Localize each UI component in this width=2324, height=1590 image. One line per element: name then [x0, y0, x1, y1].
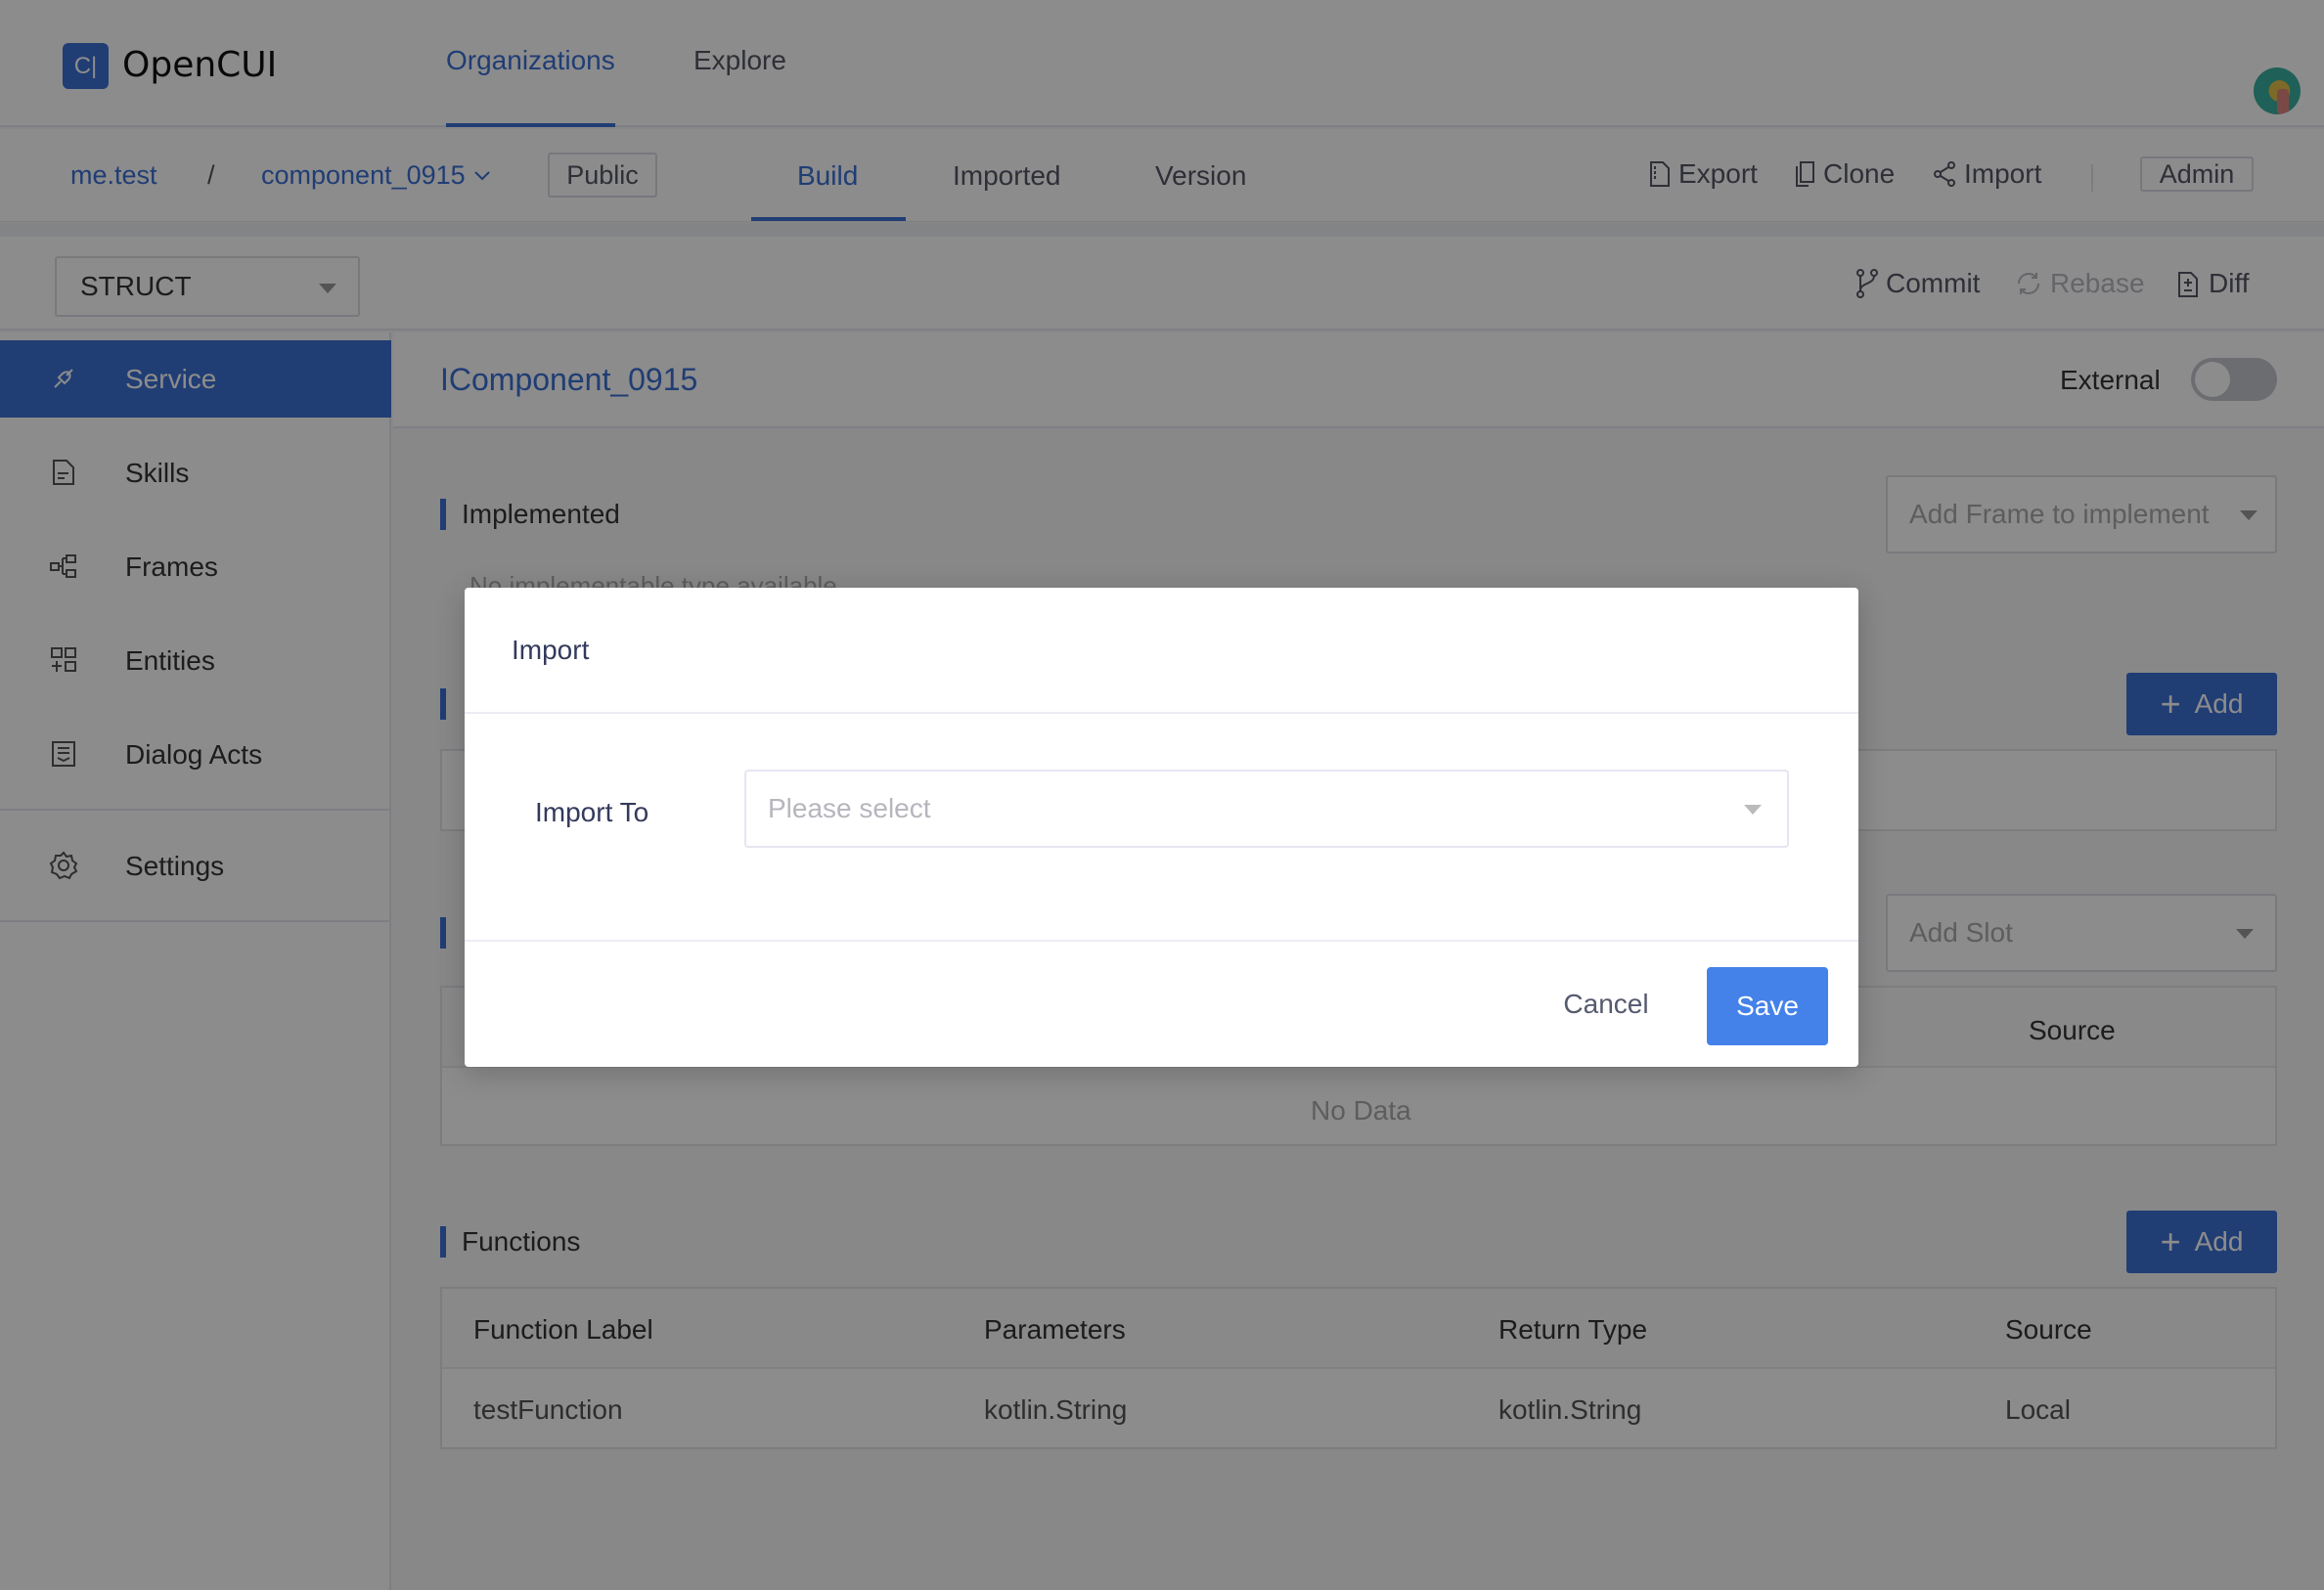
- import-modal: Import Import To Please select Cancel Sa…: [465, 588, 1858, 1067]
- import-to-select[interactable]: Please select: [744, 770, 1789, 848]
- modal-footer-divider: [465, 940, 1858, 942]
- modal-title: Import: [512, 635, 590, 665]
- modal-header-divider: [465, 712, 1858, 714]
- caret-down-icon: [1744, 805, 1762, 815]
- import-to-label: Import To: [535, 797, 649, 827]
- import-to-placeholder: Please select: [768, 793, 931, 823]
- save-button[interactable]: Save: [1707, 967, 1828, 1045]
- cancel-button[interactable]: Cancel: [1544, 965, 1668, 1043]
